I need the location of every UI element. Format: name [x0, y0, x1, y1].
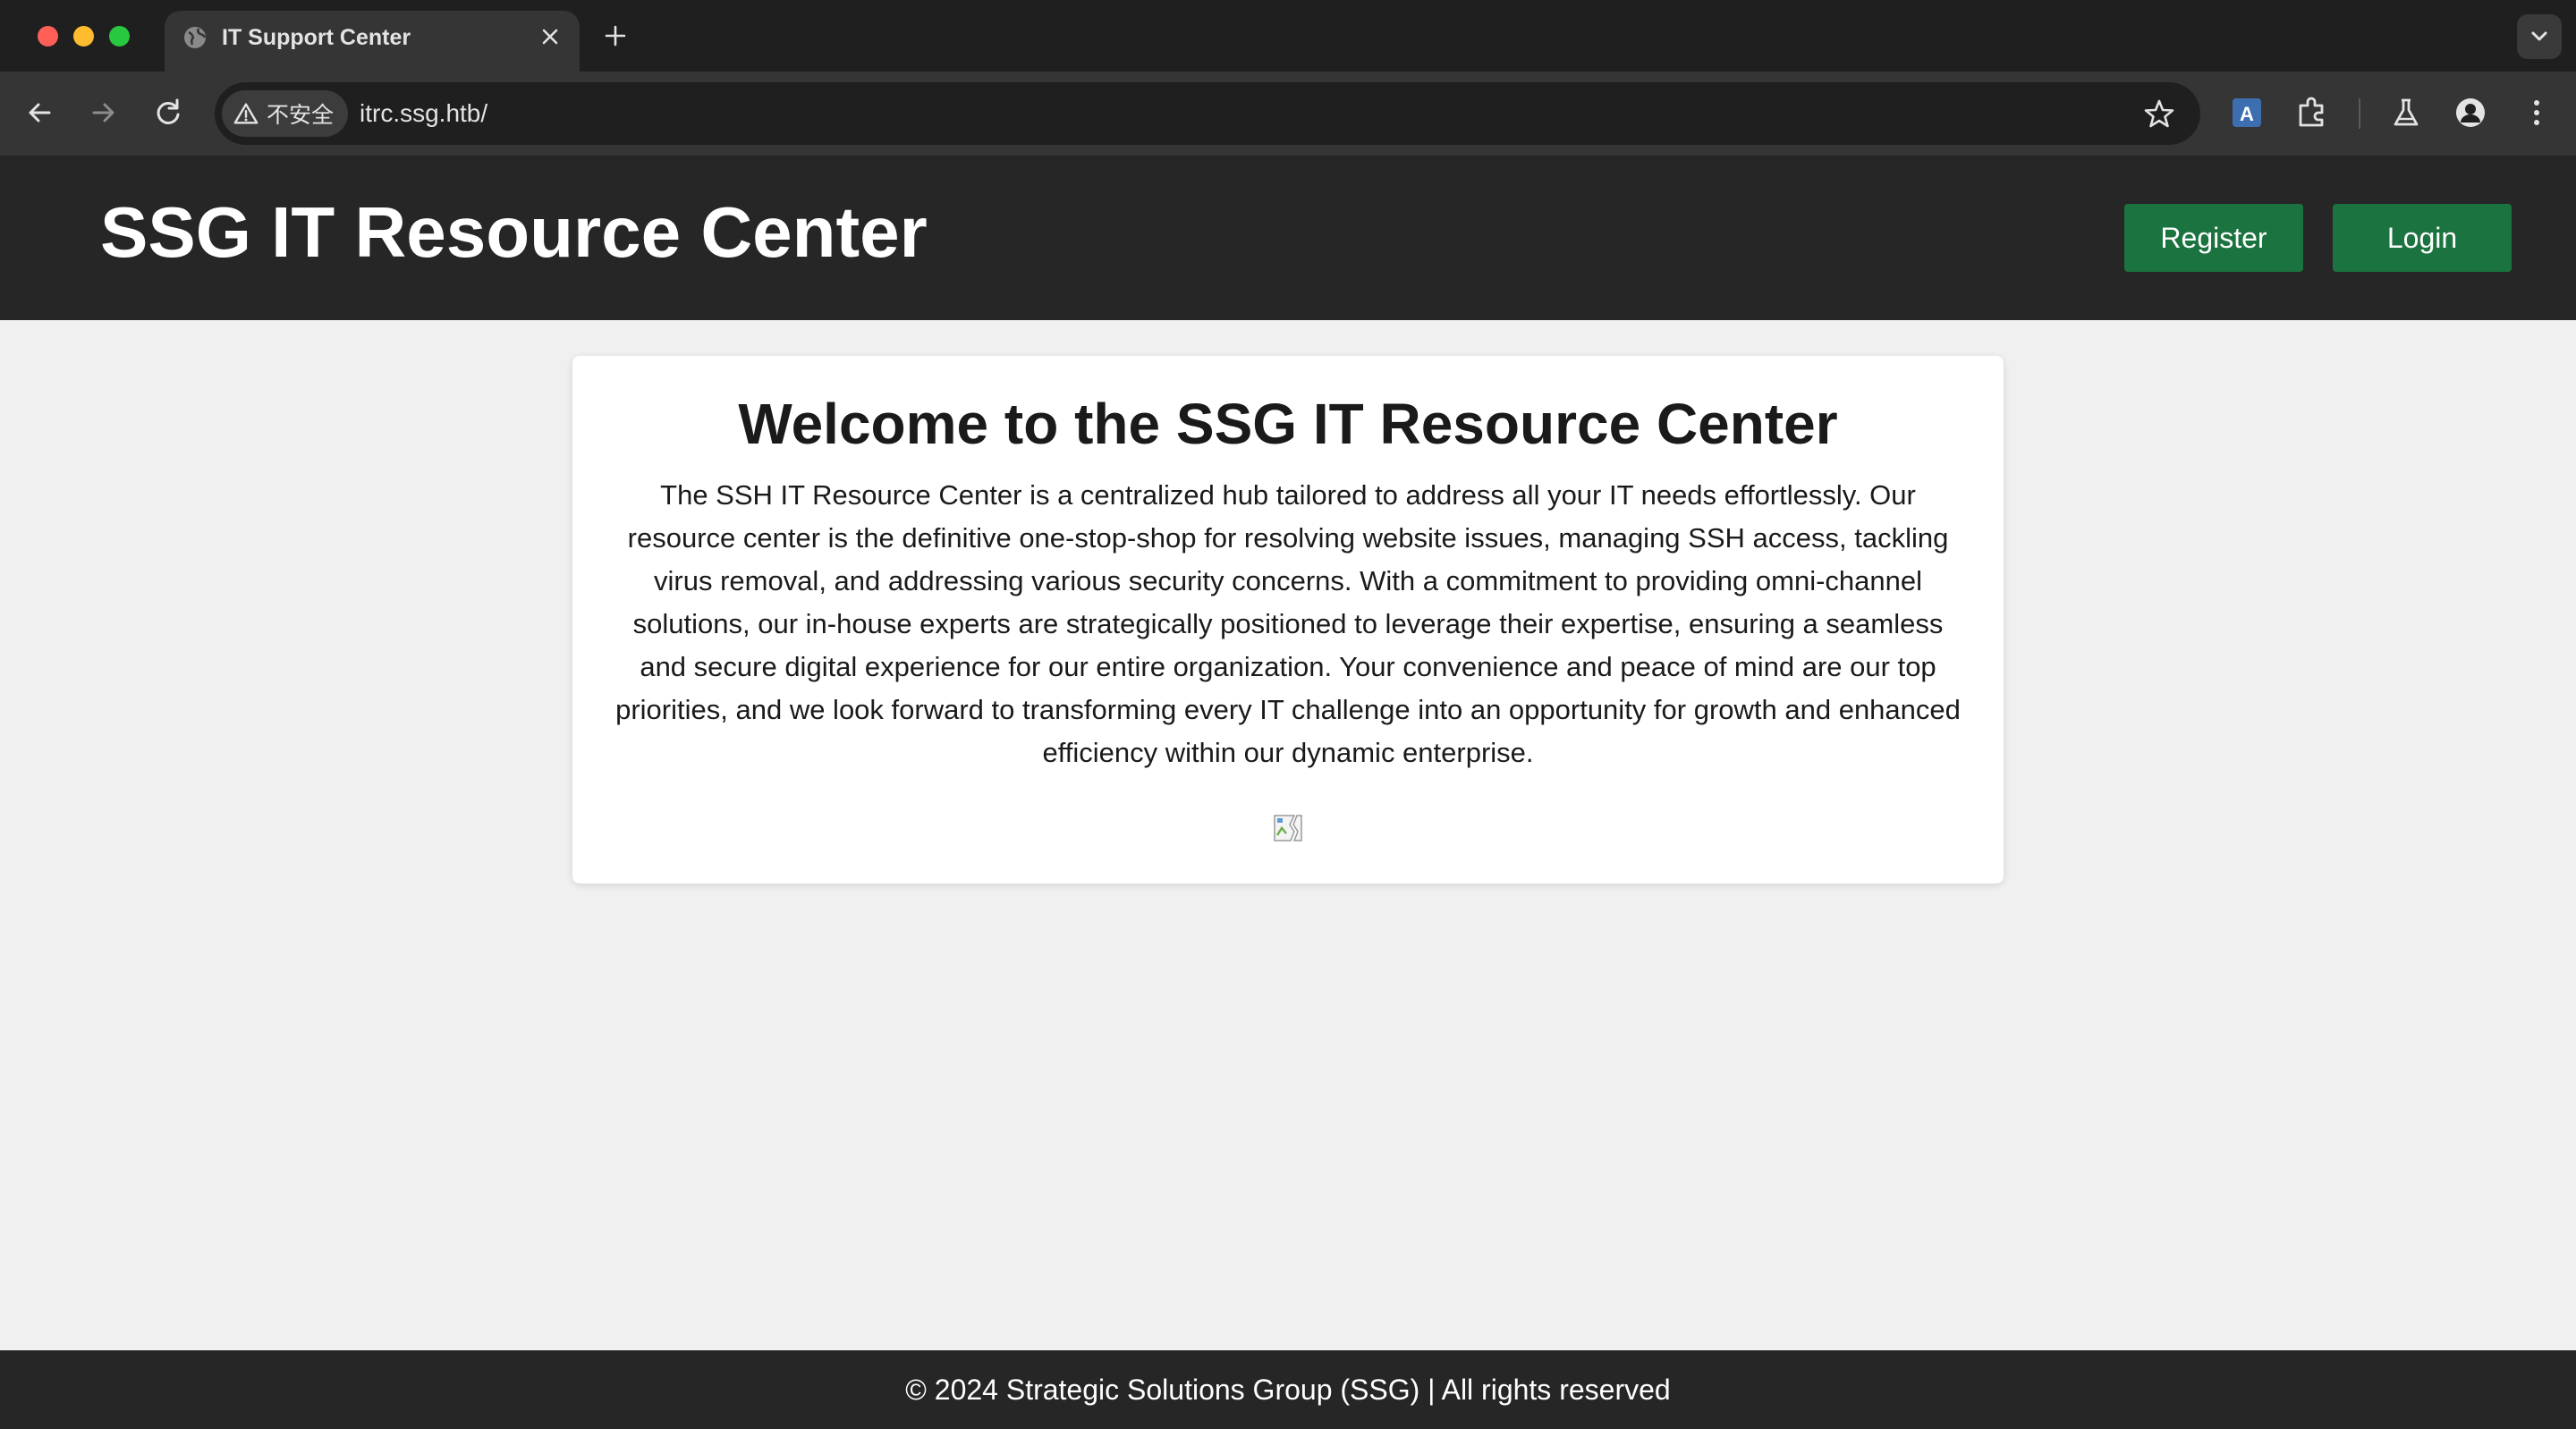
svg-text:A: A [2240, 103, 2254, 125]
login-button[interactable]: Login [2333, 204, 2512, 272]
translate-icon[interactable]: A [2227, 93, 2267, 132]
back-arrow-icon[interactable] [21, 93, 60, 132]
forward-arrow-icon[interactable] [83, 93, 123, 132]
new-tab-plus-icon[interactable] [599, 20, 631, 52]
address-bar[interactable]: 不安全 itrc.ssg.htb/ [215, 82, 2200, 145]
toolbar-divider [2359, 98, 2360, 129]
browser-toolbar: 不安全 itrc.ssg.htb/ A [0, 72, 2576, 156]
menu-icon[interactable] [2517, 93, 2556, 132]
security-label: 不安全 [267, 103, 335, 128]
register-button[interactable]: Register [2124, 204, 2303, 272]
security-indicator[interactable]: 不安全 [222, 90, 349, 137]
reload-icon[interactable] [148, 93, 188, 132]
window-minimize-button[interactable] [73, 26, 94, 47]
url-text[interactable]: itrc.ssg.htb/ [360, 97, 487, 130]
close-icon[interactable] [537, 23, 564, 50]
chevron-down-icon [2531, 31, 2547, 41]
footer-copyright: © 2024 Strategic Solutions Group (SSG) |… [905, 1374, 1671, 1406]
welcome-card: Welcome to the SSG IT Resource Center Th… [572, 356, 2004, 884]
welcome-description: The SSH IT Resource Center is a centrali… [615, 479, 1961, 768]
browser-titlebar: IT Support Center [0, 0, 2576, 72]
site-footer: © 2024 Strategic Solutions Group (SSG) |… [0, 1350, 2576, 1429]
warning-icon [233, 103, 258, 124]
site-title[interactable]: SSG IT Resource Center [100, 188, 928, 277]
tab-title: IT Support Center [222, 25, 411, 50]
globe-icon [184, 27, 207, 48]
tab-search-button[interactable] [2517, 14, 2562, 59]
star-icon[interactable] [2143, 97, 2175, 130]
window-close-button[interactable] [38, 26, 58, 47]
labs-flask-icon[interactable] [2386, 93, 2426, 132]
profile-icon[interactable] [2451, 93, 2490, 132]
broken-image-icon [1274, 815, 1302, 841]
site-header: SSG IT Resource Center Register Login [0, 156, 2576, 320]
welcome-heading: Welcome to the SSG IT Resource Center [738, 392, 1838, 456]
extensions-icon[interactable] [2292, 93, 2332, 132]
window-maximize-button[interactable] [109, 26, 130, 47]
browser-tab[interactable]: IT Support Center [165, 11, 580, 72]
